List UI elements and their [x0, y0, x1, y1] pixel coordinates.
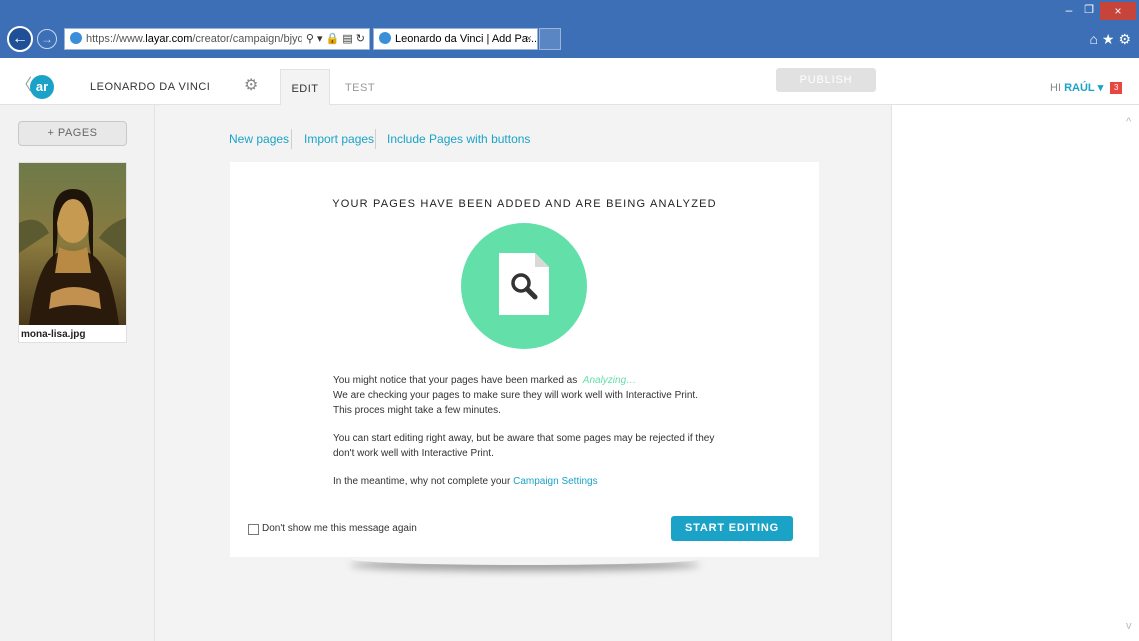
import-pages-link[interactable]: Import pages — [304, 132, 374, 146]
address-bar[interactable]: https://www.layar.com/creator/campaign/b… — [64, 28, 370, 50]
link-separator — [375, 129, 376, 149]
dont-show-checkbox[interactable] — [248, 524, 259, 535]
mona-lisa-image — [19, 163, 126, 325]
include-pages-link[interactable]: Include Pages with buttons — [387, 132, 530, 146]
dont-show-label[interactable]: Don't show me this message again — [262, 523, 417, 534]
url-domain: layar.com — [145, 33, 193, 45]
campaign-settings-link[interactable]: Campaign Settings — [513, 476, 598, 487]
dialog-title: YOUR PAGES HAVE BEEN ADDED AND ARE BEING… — [332, 198, 717, 210]
browser-forward-button[interactable]: → — [37, 29, 57, 49]
user-menu[interactable]: HI RAÚL ▾ 3 — [1050, 81, 1123, 94]
add-pages-button[interactable]: + PAGES — [18, 121, 127, 146]
user-name: RAÚL — [1064, 82, 1095, 94]
tab-edit[interactable]: EDIT — [280, 69, 330, 105]
url-path: /creator/campaign/bjyqc — [192, 33, 310, 45]
new-tab-button[interactable] — [539, 28, 561, 50]
url-scheme: https://www. — [86, 33, 146, 45]
message-line-6: In the meantime, why not complete your C… — [333, 476, 598, 487]
start-editing-button[interactable]: START EDITING — [671, 516, 793, 541]
scroll-down-icon[interactable]: v — [1126, 620, 1132, 632]
minimize-icon[interactable]: – — [1060, 4, 1078, 18]
campaign-name: LEONARDO DA VINCI — [90, 81, 211, 93]
forward-arrow-icon: → — [41, 32, 53, 46]
document-search-icon — [499, 253, 549, 315]
browser-tab[interactable]: Leonardo da Vinci | Add Pa... × — [373, 28, 538, 50]
message-line-5: don't work well with Interactive Print. — [333, 448, 494, 459]
ie-icon — [70, 32, 82, 44]
maximize-icon[interactable]: ❐ — [1080, 4, 1098, 18]
notification-badge[interactable]: 3 — [1110, 82, 1123, 94]
analyzing-status: Analyzing… — [582, 375, 637, 386]
browser-tools-icons[interactable]: ⌂★⚙ — [1075, 30, 1135, 48]
back-arrow-icon: ← — [12, 30, 28, 47]
tab-close-icon[interactable]: × — [526, 29, 532, 49]
message-text: You might notice that your pages have be… — [333, 375, 578, 386]
message-line-3: This proces might take a few minutes. — [333, 405, 501, 416]
tab-test[interactable]: TEST — [340, 69, 380, 105]
layar-logo[interactable]: ar — [30, 75, 54, 99]
publish-button[interactable]: PUBLISH — [776, 68, 876, 92]
analysis-dialog — [230, 162, 819, 557]
ie-icon — [379, 32, 391, 44]
tab-title: Leonardo da Vinci | Add Pa... — [395, 33, 538, 45]
message-line-1: You might notice that your pages have be… — [333, 375, 636, 386]
mona-lisa-thumbnail[interactable] — [19, 163, 126, 325]
message-line-2: We are checking your pages to make sure … — [333, 390, 698, 401]
scrollbar[interactable] — [1123, 105, 1139, 641]
greeting: HI — [1050, 82, 1061, 94]
message-text: In the meantime, why not complete your — [333, 476, 511, 487]
caret-down-icon: ▾ — [1097, 82, 1104, 94]
browser-back-button[interactable]: ← — [7, 26, 33, 52]
scroll-up-icon[interactable]: ^ — [1126, 116, 1131, 128]
link-separator — [291, 129, 292, 149]
message-line-4: You can start editing right away, but be… — [333, 433, 715, 444]
gear-icon[interactable]: ⚙ — [244, 77, 258, 95]
right-panel — [891, 105, 1123, 641]
address-bar-icons[interactable]: ⚲ ▾ 🔒 ▤ ↻ — [301, 29, 369, 49]
page-filename: mona-lisa.jpg — [21, 329, 86, 340]
window-close-icon[interactable]: × — [1100, 2, 1136, 20]
new-pages-link[interactable]: New pages — [229, 132, 289, 146]
